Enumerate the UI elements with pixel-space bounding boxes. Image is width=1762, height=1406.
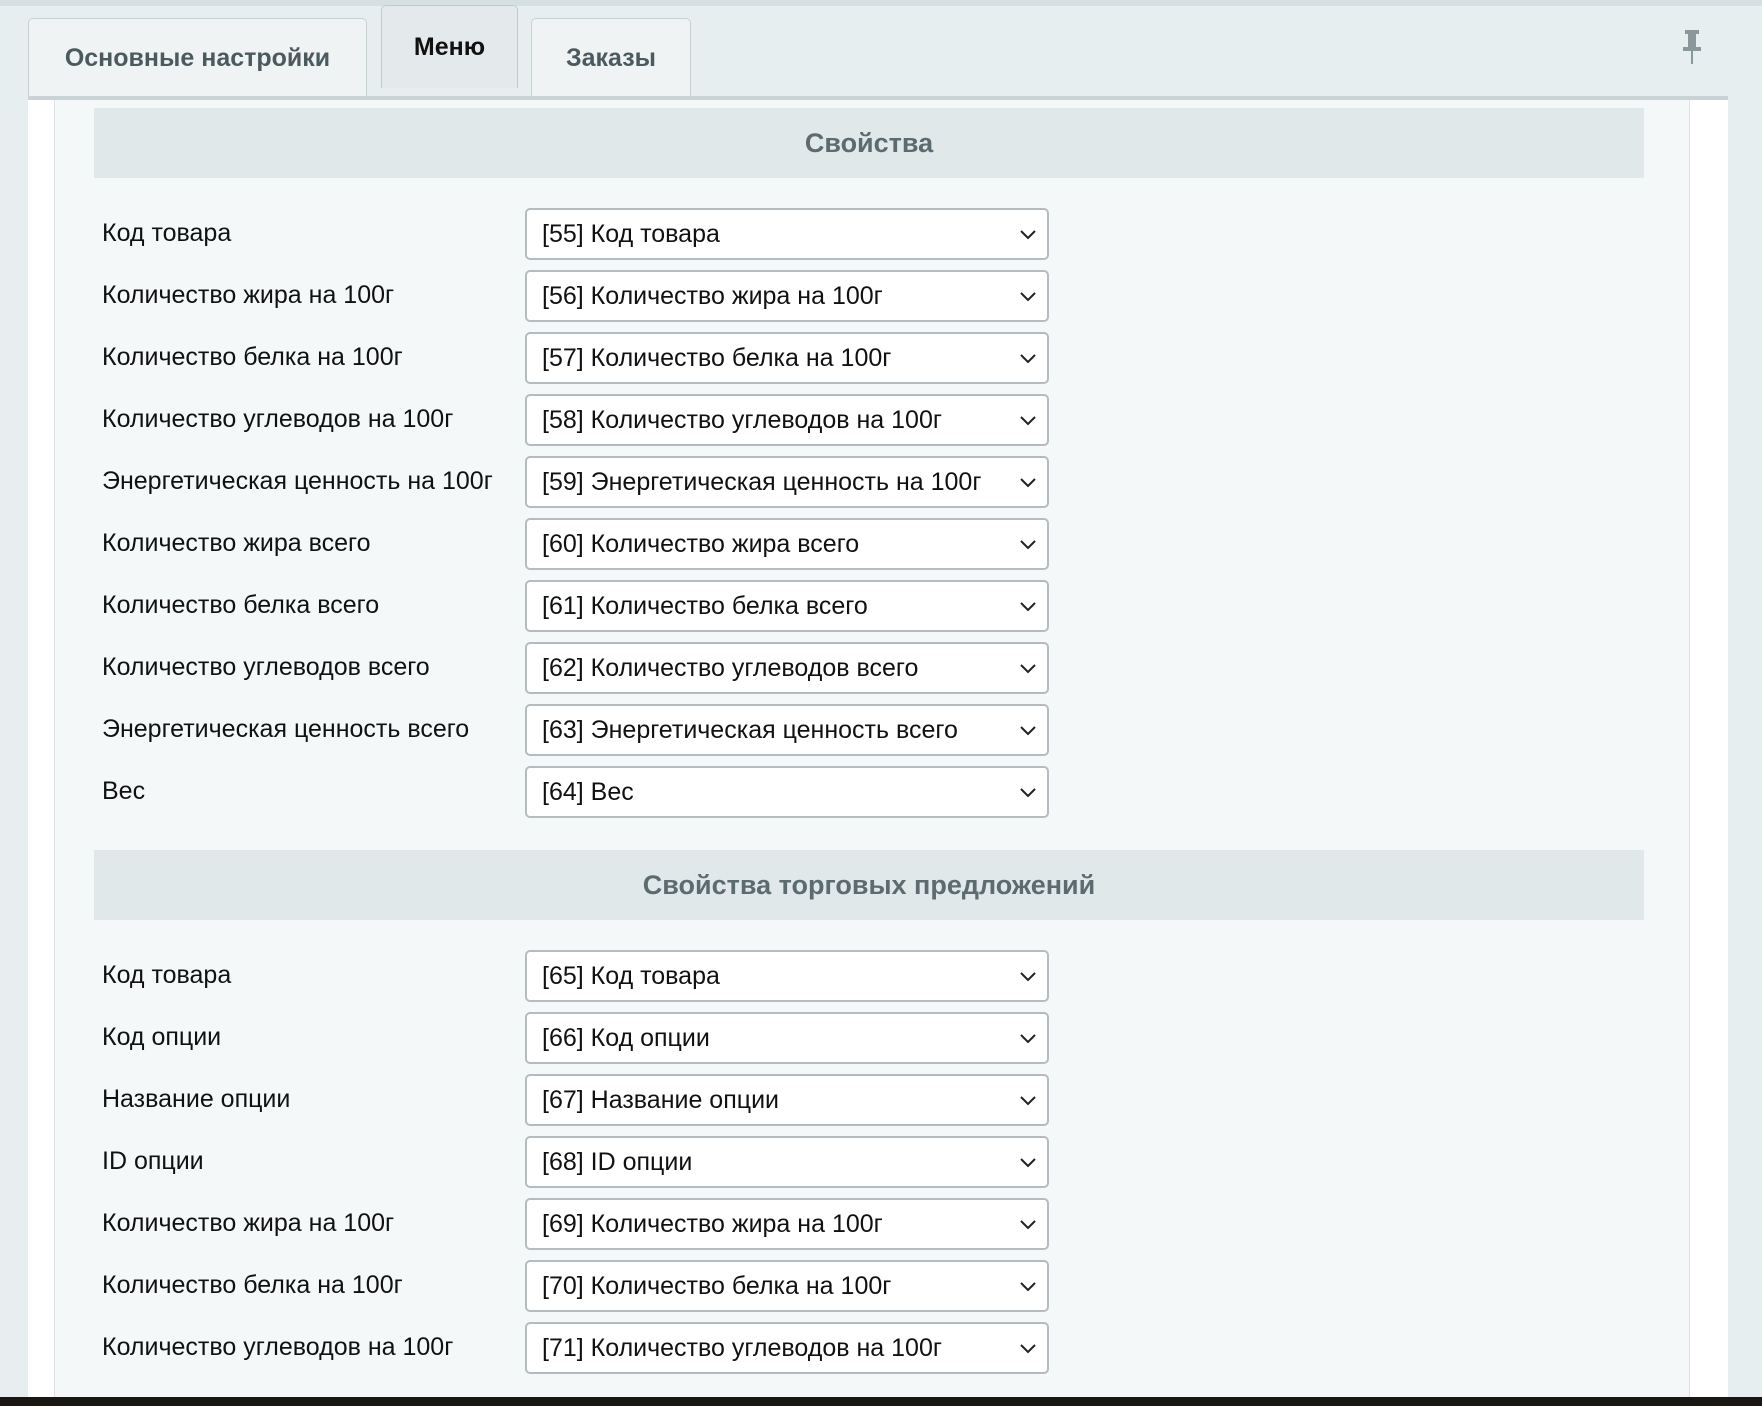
property-select[interactable]: [57] Количество белка на 100г	[525, 332, 1049, 384]
select-value: [55] Код товара	[542, 219, 720, 248]
select-value: [60] Количество жира всего	[542, 529, 860, 558]
chevron-down-icon	[1019, 289, 1037, 303]
property-select[interactable]: [55] Код товара	[525, 208, 1049, 260]
select-value: [62] Количество углеводов всего	[542, 653, 919, 682]
chevron-down-icon	[1019, 1155, 1037, 1169]
select-value: [59] Энергетическая ценность на 100г	[542, 467, 982, 496]
bottom-edge	[0, 1397, 1762, 1406]
property-select[interactable]: [56] Количество жира на 100г	[525, 270, 1049, 322]
property-label: Количество белка на 100г	[102, 343, 403, 371]
select-value: [66] Код опции	[542, 1023, 710, 1052]
select-value: [71] Количество углеводов на 100г	[542, 1333, 942, 1362]
property-select[interactable]: [65] Код товара	[525, 950, 1049, 1002]
property-label: Количество углеводов на 100г	[102, 1333, 454, 1361]
tab-orders[interactable]: Заказы	[531, 18, 691, 98]
property-select[interactable]: [60] Количество жира всего	[525, 518, 1049, 570]
chevron-down-icon	[1019, 969, 1037, 983]
select-value: [57] Количество белка на 100г	[542, 343, 892, 372]
chevron-down-icon	[1019, 599, 1037, 613]
property-label: Название опции	[102, 1085, 291, 1113]
property-select[interactable]: [61] Количество белка всего	[525, 580, 1049, 632]
property-label: Количество жира на 100г	[102, 1209, 395, 1237]
property-select[interactable]: [58] Количество углеводов на 100г	[525, 394, 1049, 446]
chevron-down-icon	[1019, 1279, 1037, 1293]
property-label: Количество белка всего	[102, 591, 380, 619]
chevron-down-icon	[1019, 1031, 1037, 1045]
property-select[interactable]: [59] Энергетическая ценность на 100г	[525, 456, 1049, 508]
property-label: ID опции	[102, 1147, 204, 1175]
property-label: Код опции	[102, 1023, 222, 1051]
property-select[interactable]: [70] Количество белка на 100г	[525, 1260, 1049, 1312]
chevron-down-icon	[1019, 1341, 1037, 1355]
chevron-down-icon	[1019, 475, 1037, 489]
chevron-down-icon	[1019, 723, 1037, 737]
window-top-border	[0, 0, 1762, 6]
property-label: Количество углеводов на 100г	[102, 405, 454, 433]
chevron-down-icon	[1019, 537, 1037, 551]
chevron-down-icon	[1019, 661, 1037, 675]
property-label: Количество жира на 100г	[102, 281, 395, 309]
property-select[interactable]: [69] Количество жира на 100г	[525, 1198, 1049, 1250]
tab-main-settings[interactable]: Основные настройки	[28, 18, 367, 98]
property-label: Количество жира всего	[102, 529, 371, 557]
chevron-down-icon	[1019, 351, 1037, 365]
select-value: [67] Название опции	[542, 1085, 779, 1114]
tab-menu[interactable]: Меню	[381, 5, 518, 88]
property-label: Вес	[102, 777, 146, 805]
property-label: Количество белка на 100г	[102, 1271, 403, 1299]
chevron-down-icon	[1019, 1093, 1037, 1107]
pin-icon[interactable]	[1680, 28, 1704, 66]
property-label: Код товара	[102, 219, 232, 247]
property-label: Энергетическая ценность всего	[102, 715, 470, 743]
select-value: [63] Энергетическая ценность всего	[542, 715, 958, 744]
chevron-down-icon	[1019, 413, 1037, 427]
section-header: Свойства	[94, 108, 1644, 178]
property-select[interactable]: [66] Код опции	[525, 1012, 1049, 1064]
chevron-down-icon	[1019, 1217, 1037, 1231]
select-value: [69] Количество жира на 100г	[542, 1209, 883, 1238]
select-value: [68] ID опции	[542, 1147, 693, 1176]
chevron-down-icon	[1019, 227, 1037, 241]
property-select[interactable]: [63] Энергетическая ценность всего	[525, 704, 1049, 756]
select-value: [64] Вес	[542, 777, 634, 806]
property-select[interactable]: [67] Название опции	[525, 1074, 1049, 1126]
property-label: Энергетическая ценность на 100г	[102, 467, 493, 495]
property-select[interactable]: [68] ID опции	[525, 1136, 1049, 1188]
property-select[interactable]: [64] Вес	[525, 766, 1049, 818]
select-value: [56] Количество жира на 100г	[542, 281, 883, 310]
chevron-down-icon	[1019, 785, 1037, 799]
select-value: [65] Код товара	[542, 961, 720, 990]
section-header: Свойства торговых предложений	[94, 850, 1644, 920]
select-value: [70] Количество белка на 100г	[542, 1271, 892, 1300]
select-value: [58] Количество углеводов на 100г	[542, 405, 942, 434]
select-value: [61] Количество белка всего	[542, 591, 868, 620]
property-select[interactable]: [71] Количество углеводов на 100г	[525, 1322, 1049, 1374]
property-label: Код товара	[102, 961, 232, 989]
property-label: Количество углеводов всего	[102, 653, 430, 681]
property-select[interactable]: [62] Количество углеводов всего	[525, 642, 1049, 694]
